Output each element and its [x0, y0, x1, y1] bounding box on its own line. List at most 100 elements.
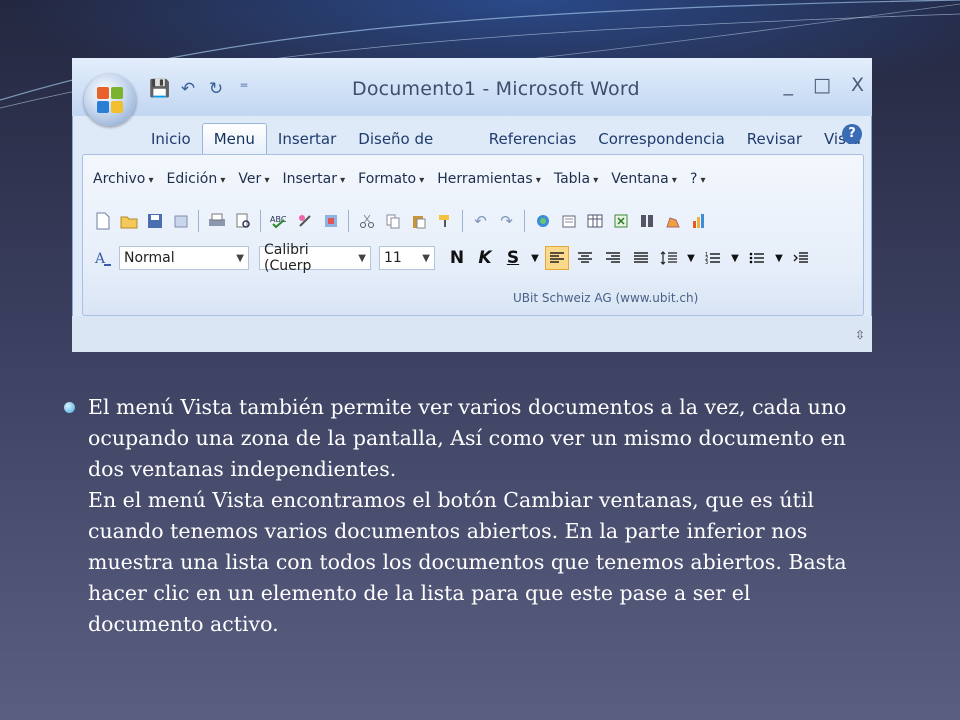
customize-icon[interactable]: ⁼ — [234, 79, 254, 99]
insert-table-icon[interactable] — [583, 210, 606, 233]
svg-text:3: 3 — [705, 260, 708, 265]
cut-icon[interactable] — [355, 210, 378, 233]
text-line: dos ventanas independientes. — [88, 457, 397, 481]
tab-menu[interactable]: Menu — [201, 123, 267, 154]
standard-toolbar: ABC ↶ ↷ — [91, 207, 710, 235]
menu-ventana[interactable]: Ventana — [611, 171, 677, 187]
bullets-button[interactable] — [745, 246, 769, 270]
print-preview-icon[interactable] — [231, 210, 254, 233]
columns-icon[interactable] — [635, 210, 658, 233]
style-select[interactable]: Normal ▼ — [119, 246, 249, 270]
format-painter-icon[interactable] — [433, 210, 456, 233]
justify-button[interactable] — [629, 246, 653, 270]
menu-archivo[interactable]: Archivo — [93, 171, 154, 187]
styles-icon[interactable]: A — [91, 246, 115, 270]
undo-icon[interactable]: ↶ — [178, 79, 198, 99]
save-icon[interactable] — [143, 210, 166, 233]
spelling-icon[interactable]: ABC — [267, 210, 290, 233]
menu-tabla[interactable]: Tabla — [554, 171, 598, 187]
copy-icon[interactable] — [381, 210, 404, 233]
tab-revisar[interactable]: Revisar — [736, 124, 813, 154]
save-icon[interactable]: 💾 — [149, 79, 170, 99]
align-left-button[interactable] — [545, 246, 569, 270]
svg-text:ABC: ABC — [270, 215, 287, 224]
permission-icon[interactable] — [169, 210, 192, 233]
tab-correspondencia[interactable]: Correspondencia — [587, 124, 736, 154]
menu-formato[interactable]: Formato — [358, 171, 424, 187]
menu-insertar[interactable]: Insertar — [282, 171, 345, 187]
bullet-point: El menú Vista también permite ver varios… — [64, 392, 934, 640]
chevron-down-icon: ▼ — [236, 252, 244, 264]
text-line: muestra una lista con todos los document… — [88, 550, 847, 574]
bullet-icon — [64, 402, 75, 413]
chevron-down-icon[interactable]: ▼ — [685, 246, 697, 270]
style-value: Normal — [124, 250, 175, 266]
toolbar-separator — [524, 210, 525, 232]
maximize-button[interactable]: □ — [813, 74, 831, 96]
chevron-down-icon[interactable]: ▼ — [529, 246, 541, 270]
tab-inicio[interactable]: Inicio — [140, 124, 202, 154]
scrollbar[interactable]: ⇳ — [852, 158, 868, 348]
print-icon[interactable] — [205, 210, 228, 233]
text-line: cuando tenemos varios documentos abierto… — [88, 519, 808, 543]
quick-access-toolbar: 💾 ↶ ↻ ⁼ — [149, 76, 254, 102]
body-paragraph: El menú Vista también permite ver varios… — [88, 392, 934, 640]
new-doc-icon[interactable] — [91, 210, 114, 233]
window-controls: _ □ X — [784, 74, 864, 96]
toolbar-separator — [348, 210, 349, 232]
chevron-down-icon[interactable]: ▼ — [773, 246, 785, 270]
italic-button[interactable]: K — [473, 246, 497, 270]
text-line: documento activo. — [88, 612, 279, 636]
text-line: hacer clic en un elemento de la lista pa… — [88, 581, 751, 605]
translate-icon[interactable] — [319, 210, 342, 233]
tab-diseno-de-pagina[interactable]: Diseño de página — [347, 124, 478, 178]
menu-help[interactable]: ? — [690, 171, 706, 187]
ribbon-tabs: Inicio Menu Insertar Diseño de página Re… — [140, 122, 872, 178]
close-button[interactable]: X — [851, 74, 864, 96]
open-icon[interactable] — [117, 210, 140, 233]
chevron-down-icon[interactable]: ▼ — [729, 246, 741, 270]
redo-icon[interactable]: ↷ — [495, 210, 518, 233]
office-logo-icon — [97, 87, 123, 113]
line-spacing-button[interactable] — [657, 246, 681, 270]
window-title: Documento1 - Microsoft Word — [352, 78, 640, 100]
undo-icon[interactable]: ↶ — [469, 210, 492, 233]
drawing-icon[interactable] — [661, 210, 684, 233]
chart-icon[interactable] — [687, 210, 710, 233]
font-size-select[interactable]: 11 ▼ — [379, 246, 435, 270]
research-icon[interactable] — [293, 210, 316, 233]
document-area — [72, 316, 872, 352]
text-line: El menú Vista también permite ver varios… — [88, 395, 847, 419]
chevron-down-icon: ▼ — [422, 252, 430, 264]
menu-ver[interactable]: Ver — [238, 171, 269, 187]
indent-button[interactable] — [789, 246, 813, 270]
ribbon-panel: Archivo Edición Ver Insertar Formato Her… — [82, 154, 864, 316]
menu-edicion[interactable]: Edición — [167, 171, 226, 187]
underline-button[interactable]: S — [501, 246, 525, 270]
redo-icon[interactable]: ↻ — [206, 79, 226, 99]
text-line: ocupando una zona de la pantalla, Así co… — [88, 426, 846, 450]
office-button[interactable] — [84, 74, 136, 126]
help-icon[interactable]: ? — [842, 124, 862, 144]
font-size-value: 11 — [384, 250, 402, 266]
hyperlink-icon[interactable] — [531, 210, 554, 233]
font-select[interactable]: Calibri (Cuerp ▼ — [259, 242, 371, 274]
paste-icon[interactable] — [407, 210, 430, 233]
scroll-arrow-icon[interactable]: ⇳ — [852, 328, 868, 344]
tables-icon[interactable] — [557, 210, 580, 233]
align-right-button[interactable] — [601, 246, 625, 270]
credit-label: UBit Schweiz AG (www.ubit.ch) — [513, 291, 699, 305]
formatting-toolbar: A Normal ▼ Calibri (Cuerp ▼ 11 ▼ N K S ▼… — [91, 242, 813, 274]
tab-referencias[interactable]: Referencias — [478, 124, 587, 154]
minimize-button[interactable]: _ — [784, 74, 794, 96]
menu-herramientas[interactable]: Herramientas — [437, 171, 541, 187]
bold-button[interactable]: N — [445, 246, 469, 270]
toolbar-separator — [198, 210, 199, 232]
classic-menubar: Archivo Edición Ver Insertar Formato Her… — [93, 171, 706, 187]
numbering-button[interactable]: 123 — [701, 246, 725, 270]
excel-icon[interactable] — [609, 210, 632, 233]
tab-insertar[interactable]: Insertar — [267, 124, 347, 154]
align-center-button[interactable] — [573, 246, 597, 270]
toolbar-separator — [260, 210, 261, 232]
word-screenshot: 💾 ↶ ↻ ⁼ Documento1 - Microsoft Word _ □ … — [72, 58, 872, 352]
